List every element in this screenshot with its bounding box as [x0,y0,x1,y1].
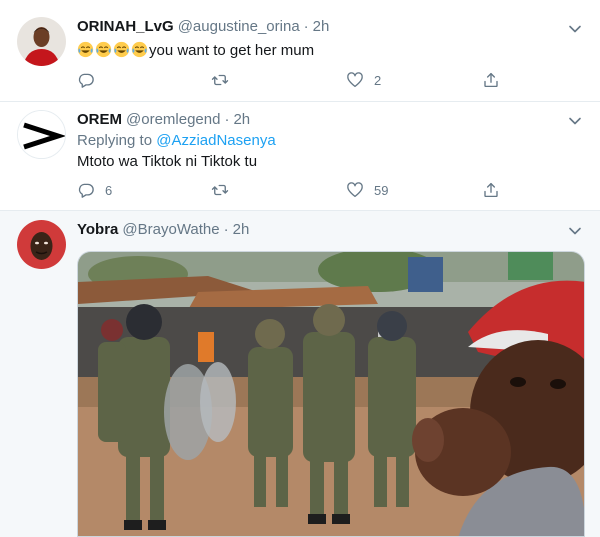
retweet-icon [211,184,229,196]
separator-dot: · [223,221,229,238]
share-icon [484,182,498,198]
retweet-button[interactable] [211,71,239,89]
tweet[interactable]: OREM @oremlegend · 2h Replying to @Azzia… [0,102,600,211]
chevron-down-icon[interactable] [567,113,583,129]
avatar[interactable] [17,110,66,159]
retweet-icon [211,74,229,86]
face-with-tears-of-joy-icon [77,41,94,58]
heart-icon [347,72,363,88]
chevron-down-icon[interactable] [567,223,583,239]
reply-count: 6 [105,182,113,198]
mention-link[interactable]: @AzziadNasenya [156,132,275,149]
tweet-text: Mtoto wa Tiktok ni Tiktok tu [77,153,258,170]
face-with-tears-of-joy-icon [95,41,112,58]
chevron-down-icon[interactable] [567,21,583,37]
tweet-actions: 2 [77,71,500,91]
tweet[interactable]: ORINAH_LvG @augustine_orina · 2h you wan… [0,0,600,102]
avatar[interactable] [17,17,66,66]
retweet-button[interactable] [211,181,239,199]
avatar[interactable] [17,220,66,269]
timestamp[interactable]: 2h [313,18,330,35]
face-with-tears-of-joy-icon [113,41,130,58]
replying-to: Replying to @AzziadNasenya [77,132,276,149]
like-button[interactable]: 2 [346,71,381,89]
replying-to-label: Replying to [77,132,153,149]
tweet-header: Yobra @BrayoWathe · 2h [77,221,249,238]
timestamp[interactable]: 2h [233,221,250,238]
separator-dot: · [303,18,309,35]
user-handle[interactable]: @BrayoWathe [122,221,219,238]
timestamp[interactable]: 2h [233,111,250,128]
heart-icon [347,182,363,198]
tweet-media-image[interactable] [77,251,585,537]
tweet-actions: 6 59 [77,181,500,201]
reply-button[interactable]: 6 [77,181,112,199]
tweet[interactable]: Yobra @BrayoWathe · 2h [0,211,600,537]
reply-button[interactable] [77,71,105,89]
like-button[interactable]: 59 [346,181,388,199]
face-with-tears-of-joy-icon [131,41,148,58]
tweet-text: you want to get her mum [77,41,314,59]
share-button[interactable] [482,181,500,199]
like-count: 2 [374,72,382,88]
tweet-header: ORINAH_LvG @augustine_orina · 2h [77,18,329,35]
reply-icon [78,183,94,198]
share-button[interactable] [482,71,500,89]
tweet-text-content: you want to get her mum [149,42,315,59]
display-name[interactable]: ORINAH_LvG [77,18,174,35]
share-icon [484,72,498,88]
user-handle[interactable]: @augustine_orina [178,18,300,35]
tweet-header: OREM @oremlegend · 2h [77,111,250,128]
display-name[interactable]: Yobra [77,221,118,238]
like-count: 59 [374,182,389,198]
separator-dot: · [224,111,230,128]
display-name[interactable]: OREM [77,111,122,128]
user-handle[interactable]: @oremlegend [126,111,220,128]
reply-icon [78,73,94,88]
